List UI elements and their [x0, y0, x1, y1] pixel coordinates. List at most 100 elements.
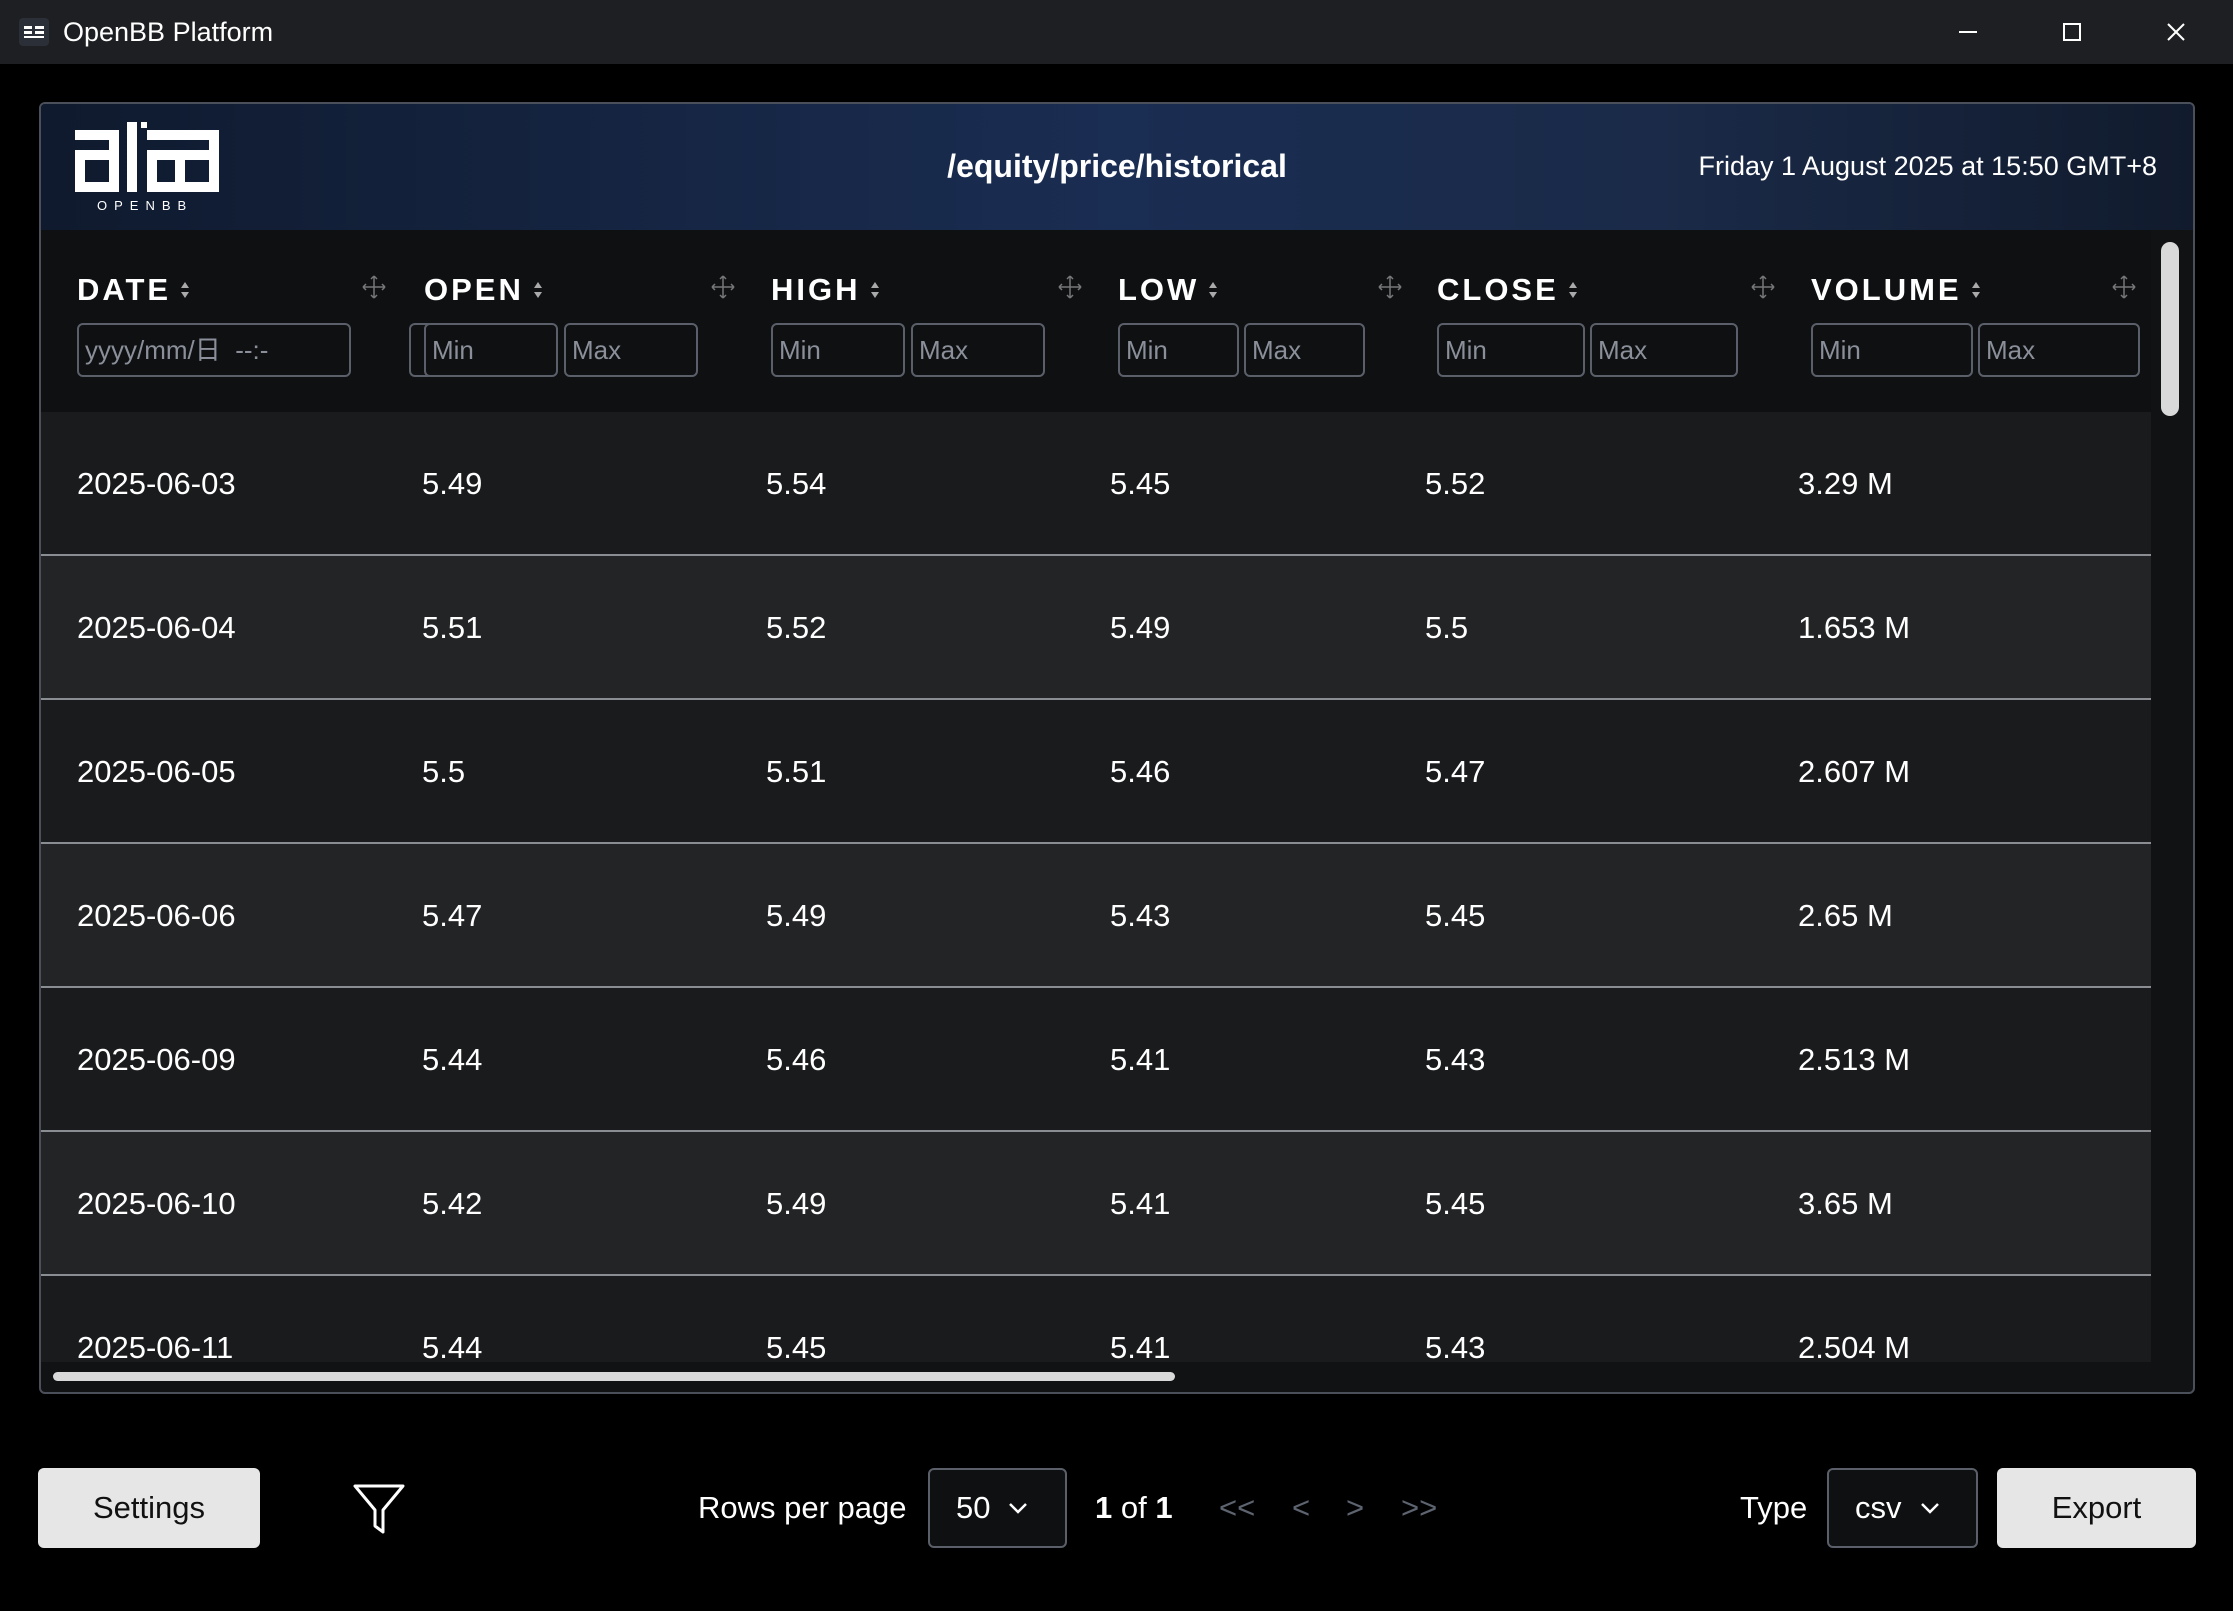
low-min-input[interactable] [1118, 323, 1239, 377]
logo-wordmark: OPENBB [97, 198, 194, 213]
export-type-select[interactable]: csv [1827, 1468, 1978, 1548]
data-table-panel: OPENBB /equity/price/historical Friday 1… [39, 102, 2195, 1394]
column-open: OPEN [424, 230, 736, 412]
last-page-button[interactable]: >> [1401, 1490, 1437, 1526]
window-titlebar: OpenBB Platform [0, 0, 2233, 64]
column-high: HIGH [771, 230, 1083, 412]
column-title-close[interactable]: CLOSE [1437, 272, 1579, 308]
cell-high: 5.52 [766, 610, 827, 645]
cell-volume: 2.513 M [1798, 1042, 1911, 1077]
high-min-input[interactable] [771, 323, 905, 377]
cell-high: 5.45 [766, 1330, 827, 1362]
cell-date: 2025-06-10 [77, 1186, 236, 1221]
window-title: OpenBB Platform [63, 17, 274, 47]
maximize-button[interactable] [2020, 0, 2124, 64]
open-min-input[interactable] [424, 323, 558, 377]
settings-button[interactable]: Settings [38, 1468, 260, 1548]
table-row[interactable]: 2025-06-04 5.51 5.52 5.49 5.5 1.653 M [41, 556, 2151, 700]
close-window-button[interactable] [2124, 0, 2228, 64]
vertical-scrollbar[interactable] [2161, 242, 2179, 416]
sort-icon [870, 282, 879, 298]
maximize-icon [2063, 23, 2081, 41]
cell-date: 2025-06-06 [77, 898, 236, 933]
export-type-label: Type [1740, 1490, 1808, 1525]
rows-per-page-select[interactable]: 50 [928, 1468, 1067, 1548]
cell-close: 5.5 [1425, 610, 1469, 645]
horizontal-scrollbar[interactable] [53, 1372, 1175, 1381]
close-icon [2167, 23, 2185, 41]
drag-move-icon[interactable] [1057, 274, 1083, 300]
date-filter-input[interactable] [77, 323, 351, 377]
sort-icon [181, 282, 190, 298]
minimize-button[interactable] [1916, 0, 2020, 64]
column-title-open[interactable]: OPEN [424, 272, 544, 308]
cell-low: 5.43 [1110, 898, 1171, 933]
column-title-high[interactable]: HIGH [771, 272, 881, 308]
cell-low: 5.46 [1110, 754, 1171, 789]
cell-volume: 2.65 M [1798, 898, 1893, 933]
cell-close: 5.43 [1425, 1042, 1486, 1077]
cell-date: 2025-06-05 [77, 754, 236, 789]
low-max-input[interactable] [1244, 323, 1365, 377]
export-button[interactable]: Export [1997, 1468, 2196, 1548]
table-row[interactable]: 2025-06-09 5.44 5.46 5.41 5.43 2.513 M [41, 988, 2151, 1132]
filter-button[interactable] [352, 1482, 406, 1536]
table-row[interactable]: 2025-06-11 5.44 5.45 5.41 5.43 2.504 M [41, 1276, 2151, 1362]
table-footer: Settings Rows per page 50 1 of 1 << < > … [0, 1420, 2233, 1590]
volume-max-input[interactable] [1978, 323, 2140, 377]
table-row[interactable]: 2025-06-06 5.47 5.49 5.43 5.45 2.65 M [41, 844, 2151, 988]
cell-volume: 1.653 M [1798, 610, 1911, 645]
table-header-banner: OPENBB /equity/price/historical Friday 1… [41, 104, 2193, 230]
export-type-value: csv [1855, 1490, 1902, 1525]
first-page-button[interactable]: << [1219, 1490, 1255, 1526]
table-row[interactable]: 2025-06-05 5.5 5.51 5.46 5.47 2.607 M [41, 700, 2151, 844]
cell-volume: 2.504 M [1798, 1330, 1911, 1362]
column-header-row: DATE OPEN HIGH [41, 230, 2151, 412]
filter-icon [353, 1484, 405, 1534]
cell-low: 5.45 [1110, 466, 1171, 501]
volume-min-input[interactable] [1811, 323, 1973, 377]
sort-icon [533, 282, 542, 298]
cell-close: 5.52 [1425, 466, 1486, 501]
chevron-down-icon [1920, 1503, 1939, 1514]
column-title-date[interactable]: DATE [77, 272, 191, 308]
close-min-input[interactable] [1437, 323, 1585, 377]
next-page-button[interactable]: > [1346, 1490, 1364, 1526]
column-title-low[interactable]: LOW [1118, 272, 1219, 308]
cell-volume: 3.65 M [1798, 1186, 1893, 1221]
table-row[interactable]: 2025-06-10 5.42 5.49 5.41 5.45 3.65 M [41, 1132, 2151, 1276]
sort-icon [1568, 282, 1577, 298]
drag-move-icon[interactable] [2111, 274, 2137, 300]
cell-high: 5.49 [766, 898, 827, 933]
open-max-input[interactable] [564, 323, 698, 377]
cell-date: 2025-06-03 [77, 466, 236, 501]
cell-open: 5.42 [422, 1186, 483, 1221]
drag-move-icon[interactable] [1377, 274, 1403, 300]
close-max-input[interactable] [1590, 323, 1738, 377]
timestamp: Friday 1 August 2025 at 15:50 GMT+8 [1698, 151, 2157, 181]
column-date: DATE [77, 230, 429, 412]
rows-per-page-value: 50 [956, 1490, 991, 1525]
cell-low: 5.41 [1110, 1330, 1171, 1362]
column-title-volume[interactable]: VOLUME [1811, 272, 1982, 308]
cell-low: 5.41 [1110, 1042, 1171, 1077]
drag-move-icon[interactable] [710, 274, 736, 300]
cell-close: 5.43 [1425, 1330, 1486, 1362]
drag-move-icon[interactable] [361, 274, 387, 300]
cell-close: 5.47 [1425, 754, 1486, 789]
cell-low: 5.41 [1110, 1186, 1171, 1221]
cell-close: 5.45 [1425, 898, 1486, 933]
high-max-input[interactable] [911, 323, 1045, 377]
prev-page-button[interactable]: < [1292, 1490, 1310, 1526]
cell-close: 5.45 [1425, 1186, 1486, 1221]
page-current: 1 [1095, 1490, 1113, 1525]
cell-high: 5.54 [766, 466, 827, 501]
sort-icon [1209, 282, 1218, 298]
cell-open: 5.44 [422, 1042, 483, 1077]
drag-move-icon[interactable] [1750, 274, 1776, 300]
openbb-app-icon [19, 18, 49, 46]
column-low: LOW [1118, 230, 1402, 412]
table-row[interactable]: 2025-06-03 5.49 5.54 5.45 5.52 3.29 M [41, 412, 2151, 556]
rows-per-page-label: Rows per page [698, 1490, 907, 1525]
cell-open: 5.5 [422, 754, 466, 789]
